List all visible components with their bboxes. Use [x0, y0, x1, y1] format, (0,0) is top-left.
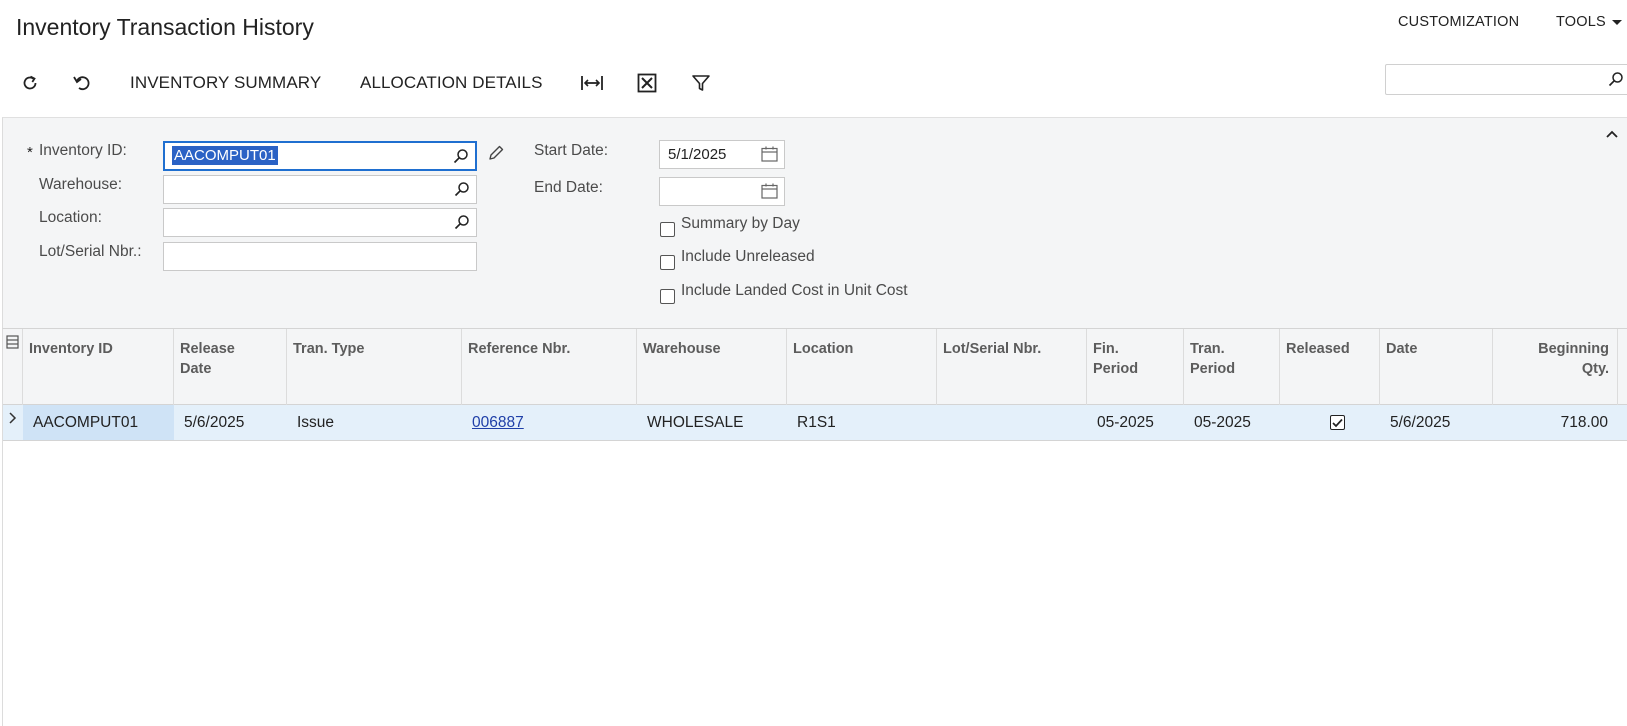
cell-fin-period[interactable]: 05-2025 [1087, 405, 1184, 440]
search-input[interactable] [1385, 64, 1627, 95]
column-header-lot-serial[interactable]: Lot/Serial Nbr. [937, 329, 1087, 405]
column-header-fin-period[interactable]: Fin. Period [1087, 329, 1184, 405]
warehouse-label: Warehouse: [39, 176, 122, 193]
tools-menu-label: TOOLS [1556, 14, 1606, 30]
fit-columns-icon[interactable] [580, 71, 604, 95]
inventory-id-field[interactable]: AACOMPUT01 [163, 141, 477, 171]
allocation-details-button[interactable]: ALLOCATION DETAILS [360, 73, 543, 93]
page-title: Inventory Transaction History [16, 14, 314, 40]
column-header-date[interactable]: Date [1380, 329, 1493, 405]
include-landed-cost-label: Include Landed Cost in Unit Cost [681, 282, 908, 299]
grid-header: Inventory ID Release Date Tran. Type Refe… [3, 329, 1627, 405]
undo-icon[interactable] [70, 71, 94, 95]
filter-panel: * Inventory ID: AACOMPUT01 Warehouse: Lo… [2, 117, 1627, 328]
inventory-id-label: Inventory ID: [39, 142, 127, 159]
caret-down-icon [1611, 19, 1622, 25]
table-row[interactable]: AACOMPUT01 5/6/2025 Issue 006887 WHOLESA… [3, 405, 1627, 441]
cell-tran-type[interactable]: Issue [287, 405, 462, 440]
search-icon[interactable] [454, 214, 470, 235]
include-unreleased-label: Include Unreleased [681, 248, 815, 265]
lot-serial-field[interactable] [163, 242, 477, 271]
calendar-icon[interactable] [761, 146, 778, 167]
column-settings-icon[interactable] [3, 329, 23, 405]
cell-lot-serial[interactable] [937, 405, 1087, 440]
cell-release-date[interactable]: 5/6/2025 [174, 405, 287, 440]
column-header-reference-nbr[interactable]: Reference Nbr. [462, 329, 637, 405]
cell-beginning-qty[interactable]: 718.00 [1493, 405, 1618, 440]
location-field[interactable] [163, 208, 477, 237]
inventory-id-value: AACOMPUT01 [172, 146, 278, 165]
export-excel-icon[interactable] [635, 71, 659, 95]
summary-by-day-label: Summary by Day [681, 215, 800, 232]
refresh-icon[interactable] [18, 71, 42, 95]
required-marker: * [27, 144, 33, 161]
start-date-label: Start Date: [534, 142, 609, 159]
chevron-up-icon[interactable] [1605, 126, 1619, 144]
cell-released[interactable] [1280, 405, 1380, 440]
tools-menu[interactable]: TOOLS [1556, 14, 1622, 30]
cell-warehouse[interactable]: WHOLESALE [637, 405, 787, 440]
column-header-location[interactable]: Location [787, 329, 937, 405]
toolbar: INVENTORY SUMMARY ALLOCATION DETAILS [0, 62, 1627, 104]
filter-icon[interactable] [689, 71, 713, 95]
location-label: Location: [39, 209, 102, 226]
cell-location[interactable]: R1S1 [787, 405, 937, 440]
released-checkbox [1330, 415, 1345, 430]
column-header-tran-period[interactable]: Tran. Period [1184, 329, 1280, 405]
transactions-grid: Inventory ID Release Date Tran. Type Refe… [2, 328, 1627, 726]
cell-tran-period[interactable]: 05-2025 [1184, 405, 1280, 440]
column-header-released[interactable]: Released [1280, 329, 1380, 405]
column-header-tran-type[interactable]: Tran. Type [287, 329, 462, 405]
customization-menu[interactable]: CUSTOMIZATION [1398, 14, 1519, 30]
cell-date[interactable]: 5/6/2025 [1380, 405, 1493, 440]
lot-serial-label: Lot/Serial Nbr.: [39, 243, 142, 260]
column-header-warehouse[interactable]: Warehouse [637, 329, 787, 405]
start-date-value: 5/1/2025 [668, 146, 727, 163]
inventory-summary-button[interactable]: INVENTORY SUMMARY [130, 73, 321, 93]
reference-nbr-link[interactable]: 006887 [472, 414, 524, 431]
end-date-label: End Date: [534, 179, 603, 196]
cell-inventory-id[interactable]: AACOMPUT01 [23, 405, 174, 440]
calendar-icon[interactable] [761, 183, 778, 204]
search-icon[interactable] [1608, 71, 1624, 92]
include-landed-cost-checkbox[interactable] [660, 289, 675, 304]
end-date-field[interactable] [659, 177, 785, 206]
cell-reference-nbr[interactable]: 006887 [462, 405, 637, 440]
summary-by-day-checkbox[interactable] [660, 222, 675, 237]
edit-pencil-icon[interactable] [487, 144, 505, 167]
search-icon[interactable] [454, 181, 470, 202]
search-icon[interactable] [453, 148, 469, 169]
chevron-right-icon[interactable] [3, 405, 23, 440]
start-date-field[interactable]: 5/1/2025 [659, 140, 785, 169]
column-header-release-date[interactable]: Release Date [174, 329, 287, 405]
include-unreleased-checkbox[interactable] [660, 255, 675, 270]
column-header-beginning-qty[interactable]: Beginning Qty. [1493, 329, 1618, 405]
column-header-inventory-id[interactable]: Inventory ID [23, 329, 174, 405]
warehouse-field[interactable] [163, 175, 477, 204]
